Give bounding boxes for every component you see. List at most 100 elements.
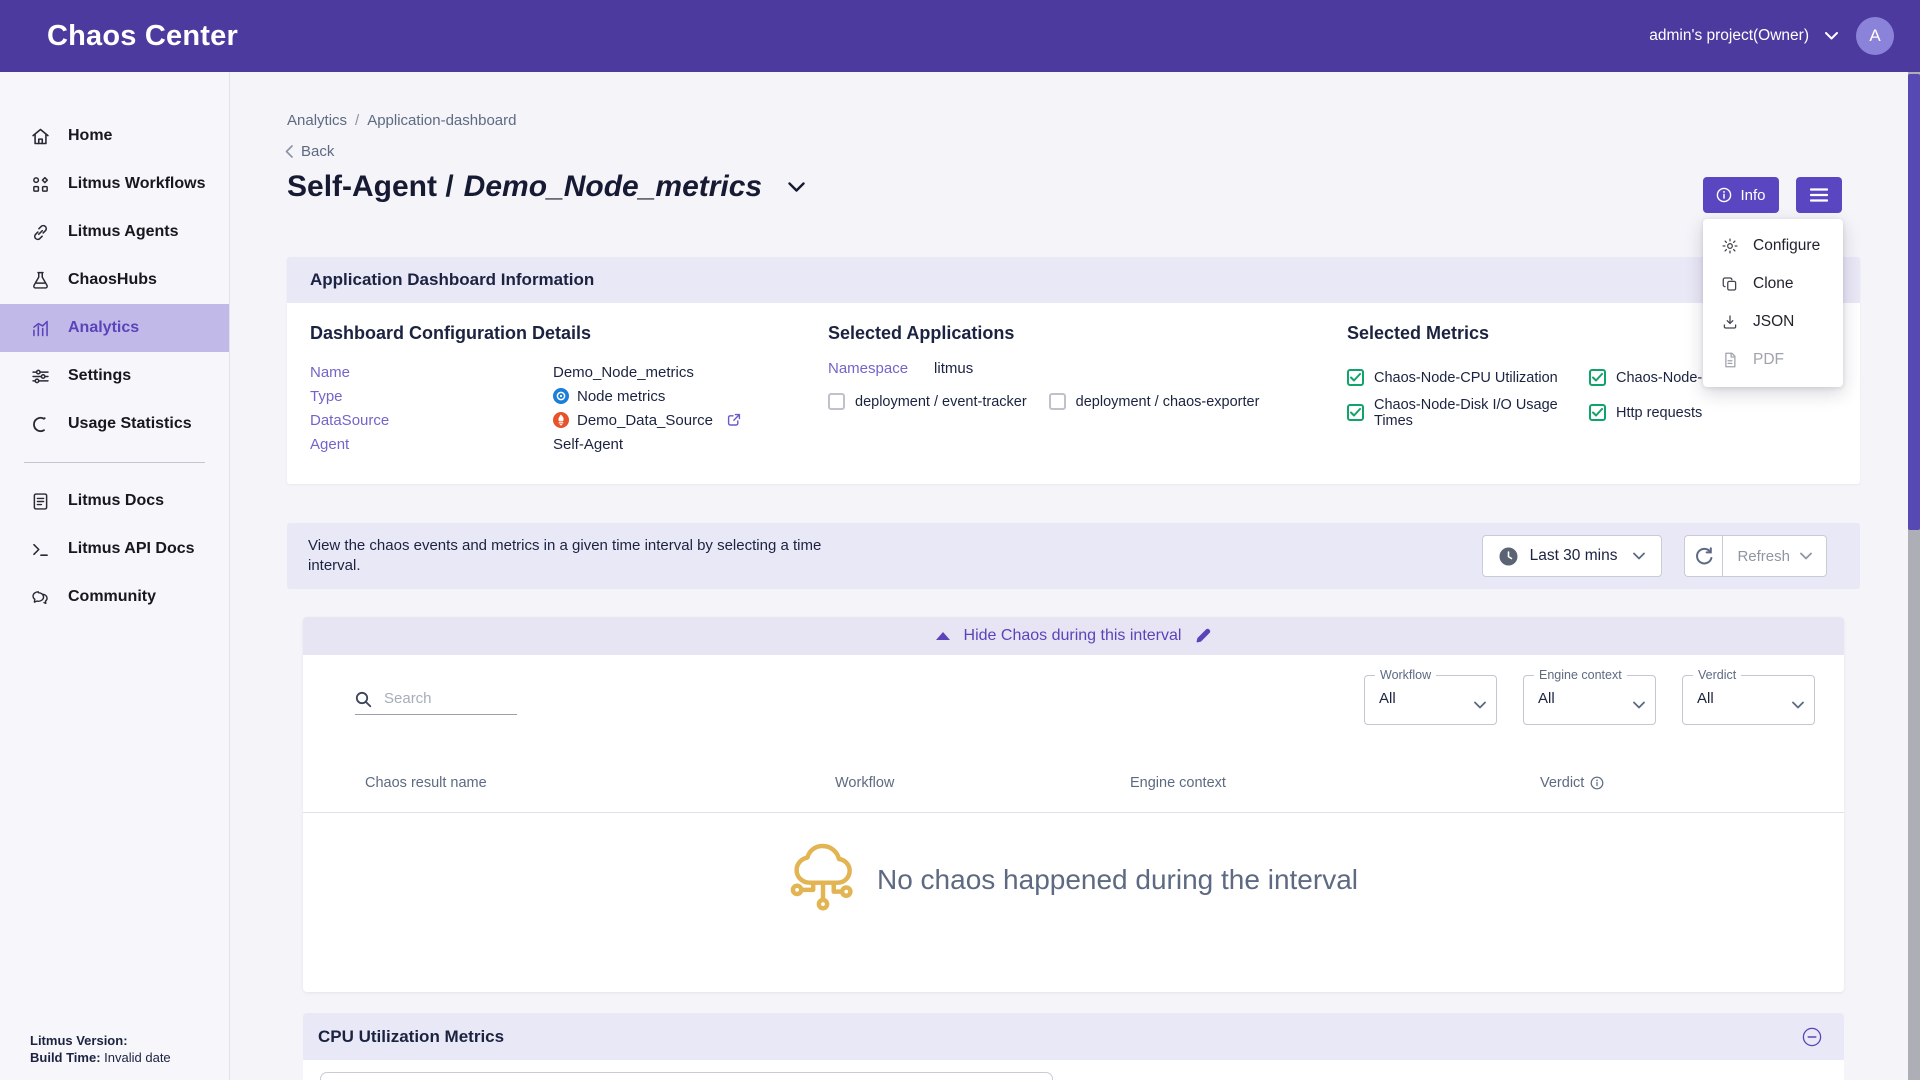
filter-value: All: [1538, 690, 1555, 707]
sidebar-item-analytics[interactable]: Analytics: [0, 304, 229, 352]
menu-item-pdf[interactable]: PDF: [1703, 341, 1843, 379]
refresh-now-button[interactable]: [1684, 535, 1722, 577]
sidebar-item-label: Litmus Agents: [68, 223, 179, 241]
time-interval-description: View the chaos events and metrics in a g…: [308, 536, 868, 576]
verdict-filter-select[interactable]: Verdict All: [1682, 675, 1815, 725]
title-dashboard-name: Demo_Node_metrics: [464, 170, 762, 204]
configuration-details-title: Dashboard Configuration Details: [310, 323, 810, 344]
sidebar-item-label: Usage Statistics: [68, 415, 192, 433]
sidebar-nav: Home Litmus Workflows Litmus Agents Chao…: [0, 72, 229, 621]
title-agent-name: Self-Agent /: [287, 170, 454, 204]
sidebar-item-label: Community: [68, 588, 156, 606]
checkbox-checked[interactable]: [1347, 404, 1364, 421]
file-icon: [1721, 351, 1739, 369]
prometheus-icon: [553, 412, 569, 428]
sidebar-item-litmus-workflows[interactable]: Litmus Workflows: [0, 160, 229, 208]
filter-value: All: [1379, 690, 1396, 707]
column-engine-context: Engine context: [1130, 775, 1226, 791]
refresh-interval-select[interactable]: Refresh: [1722, 535, 1827, 577]
checkbox-checked[interactable]: [1589, 369, 1606, 386]
metric-label: Chaos-Node-CPU Utilization: [1374, 370, 1558, 386]
config-value: Self-Agent: [553, 436, 810, 453]
config-value: Demo_Data_Source: [553, 412, 810, 429]
config-row-datasource: DataSource Demo_Data_Source: [310, 408, 810, 432]
cpu-metrics-header: CPU Utilization Metrics: [303, 1013, 1844, 1060]
sidebar-item-home[interactable]: Home: [0, 112, 229, 160]
menu-item-configure[interactable]: Configure: [1703, 227, 1843, 265]
column-workflow: Workflow: [835, 775, 894, 791]
time-range-select[interactable]: Last 30 mins: [1482, 535, 1663, 577]
cpu-chart-container: [320, 1072, 1053, 1080]
empty-message: No chaos happened during the interval: [877, 864, 1358, 896]
search-input[interactable]: [382, 689, 502, 708]
menu-item-clone[interactable]: Clone: [1703, 265, 1843, 303]
search-icon: [355, 691, 372, 708]
checkbox-checked[interactable]: [1347, 369, 1364, 386]
sidebar-item-litmus-agents[interactable]: Litmus Agents: [0, 208, 229, 256]
selected-applications-title: Selected Applications: [828, 323, 1308, 344]
edit-pencil-icon[interactable]: [1195, 628, 1211, 644]
sidebar-item-community[interactable]: Community: [0, 573, 229, 621]
time-interval-panel: View the chaos events and metrics in a g…: [287, 523, 1860, 589]
agents-icon: [30, 222, 51, 243]
metric-label: Http requests: [1616, 405, 1702, 421]
page-scrollbar-track[interactable]: [1908, 72, 1920, 1080]
table-header-row: Chaos result name Workflow Engine contex…: [303, 775, 1844, 799]
main-content: Analytics/Application-dashboard Back Sel…: [230, 72, 1920, 1080]
menu-item-json[interactable]: JSON: [1703, 303, 1843, 341]
cpu-metrics-title: CPU Utilization Metrics: [318, 1027, 504, 1047]
collapse-minus-icon[interactable]: [1802, 1027, 1822, 1047]
avatar[interactable]: A: [1856, 17, 1894, 55]
search-field: [355, 689, 517, 715]
external-link-icon[interactable]: [727, 413, 741, 427]
actions-dropdown-menu: Configure Clone JSON PDF: [1703, 219, 1843, 387]
engine-context-filter-select[interactable]: Engine context All: [1523, 675, 1656, 725]
checkbox-unchecked[interactable]: [828, 393, 845, 410]
selected-applications-column: Selected Applications Namespace litmus d…: [828, 303, 1308, 410]
workflows-icon: [30, 174, 51, 195]
dashboard-info-header: Application Dashboard Information: [287, 257, 1860, 303]
sidebar-item-settings[interactable]: Settings: [0, 352, 229, 400]
sidebar-item-chaoshubs[interactable]: ChaosHubs: [0, 256, 229, 304]
configuration-details-column: Dashboard Configuration Details Name Dem…: [310, 303, 810, 456]
page-scrollbar-thumb[interactable]: [1908, 74, 1920, 530]
chevron-down-icon: [1825, 32, 1838, 40]
menu-item-label: PDF: [1753, 351, 1784, 369]
cloud-circuit-icon: [789, 839, 857, 921]
chevron-down-icon: [1792, 696, 1804, 714]
checkbox-unchecked[interactable]: [1049, 393, 1066, 410]
app-option-event-tracker: deployment / event-tracker: [828, 393, 1027, 410]
checkbox-checked[interactable]: [1589, 404, 1606, 421]
hide-chaos-label: Hide Chaos during this interval: [964, 627, 1182, 645]
info-circle-icon[interactable]: [1590, 776, 1604, 790]
workflow-filter-select[interactable]: Workflow All: [1364, 675, 1497, 725]
sliders-icon: [30, 366, 51, 387]
metric-option: Chaos-Node-Disk I/O Usage Times: [1347, 397, 1589, 429]
cpu-metrics-body: [303, 1060, 1844, 1080]
sidebar-item-litmus-docs[interactable]: Litmus Docs: [0, 477, 229, 525]
more-actions-button[interactable]: [1796, 177, 1842, 213]
clone-icon: [1721, 275, 1739, 293]
info-button-label: Info: [1740, 187, 1765, 204]
sidebar-item-usage-statistics[interactable]: Usage Statistics: [0, 400, 229, 448]
breadcrumb-application-dashboard[interactable]: Application-dashboard: [367, 112, 516, 129]
refresh-icon: [1694, 546, 1714, 566]
title-chevron-down-icon[interactable]: [788, 182, 805, 193]
info-button[interactable]: Info: [1703, 177, 1779, 213]
breadcrumb-analytics[interactable]: Analytics: [287, 112, 347, 129]
breadcrumb: Analytics/Application-dashboard: [287, 112, 516, 129]
application-options: deployment / event-tracker deployment / …: [828, 393, 1308, 410]
metric-label: Chaos-Node-Disk I/O Usage Times: [1374, 397, 1589, 429]
back-label: Back: [301, 143, 334, 160]
sidebar-item-litmus-api-docs[interactable]: Litmus API Docs: [0, 525, 229, 573]
chevron-down-icon: [1633, 696, 1645, 714]
back-button[interactable]: Back: [285, 143, 334, 160]
project-switcher[interactable]: admin's project(Owner): [1649, 27, 1838, 45]
hide-chaos-toggle[interactable]: Hide Chaos during this interval: [303, 617, 1844, 655]
community-icon: [30, 587, 51, 608]
chevron-down-icon: [1800, 552, 1812, 560]
node-metrics-icon: [553, 388, 569, 404]
gear-icon: [1721, 237, 1739, 255]
column-verdict: Verdict: [1540, 775, 1604, 791]
column-chaos-result-name: Chaos result name: [365, 775, 487, 791]
